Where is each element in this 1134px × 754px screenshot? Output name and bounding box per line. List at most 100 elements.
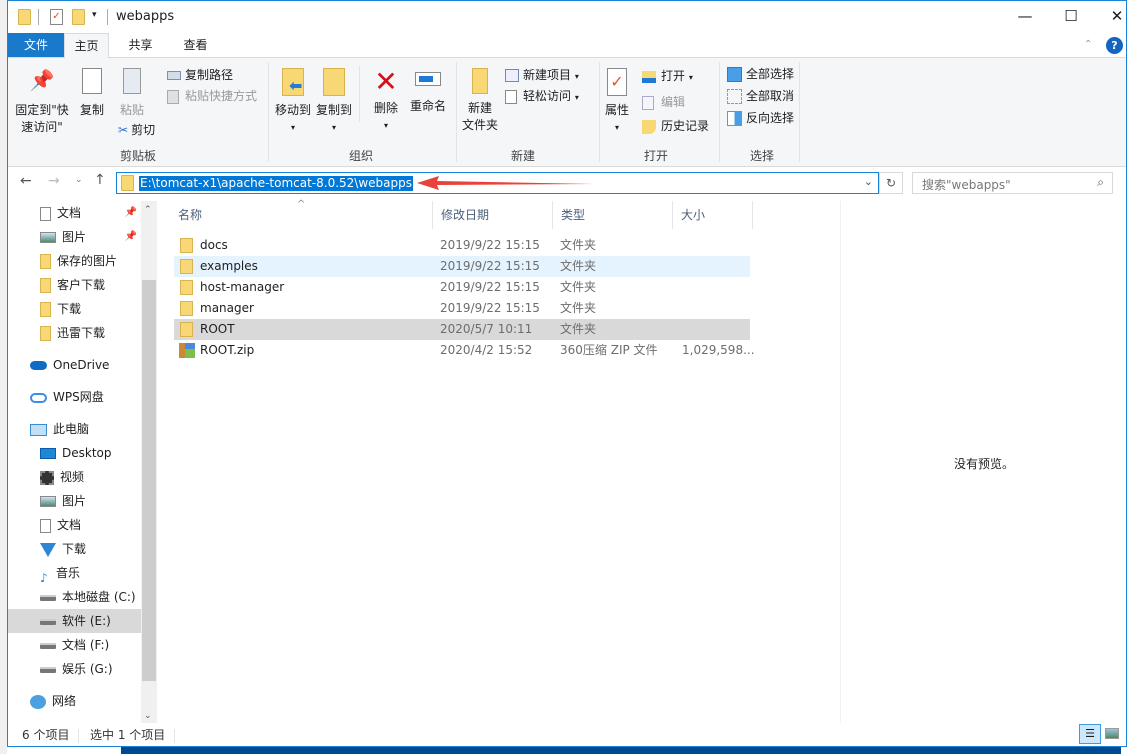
- column-header-type[interactable]: 类型: [553, 201, 673, 229]
- file-date: 2019/9/22 15:15: [440, 259, 540, 273]
- file-row[interactable]: docs 2019/9/22 15:15 文件夹: [174, 235, 750, 256]
- file-type: 文件夹: [560, 238, 597, 252]
- new-item-button[interactable]: 新建项目 ▾: [505, 67, 579, 85]
- address-path[interactable]: E:\tomcat-x1\apache-tomcat-8.0.52\webapp…: [139, 176, 413, 191]
- close-button[interactable]: ✕: [1094, 1, 1126, 31]
- nav-item[interactable]: 软件 (E:): [8, 609, 141, 633]
- invert-selection-button[interactable]: 反向选择: [727, 110, 794, 126]
- copy-path-button[interactable]: 复制路径: [167, 67, 233, 83]
- tab-file[interactable]: 文件: [8, 33, 64, 57]
- large-icons-view-button[interactable]: [1105, 728, 1119, 739]
- file-row[interactable]: host-manager 2019/9/22 15:15 文件夹: [174, 277, 750, 298]
- nav-item[interactable]: ♪ 音乐: [8, 561, 141, 585]
- recent-locations-button[interactable]: ⌄: [75, 175, 83, 185]
- refresh-button[interactable]: ↻: [879, 172, 903, 194]
- easy-access-button[interactable]: 轻松访问 ▾: [505, 88, 579, 106]
- cut-button[interactable]: ✂ 剪切: [118, 122, 155, 138]
- nav-item[interactable]: 下载: [8, 297, 141, 321]
- back-button[interactable]: ←: [20, 173, 32, 189]
- nav-item[interactable]: 文档 (F:): [8, 633, 141, 657]
- column-header-date[interactable]: 修改日期: [433, 201, 553, 229]
- scroll-up-icon[interactable]: ⌃: [144, 205, 152, 215]
- nav-item-label: 网络: [52, 694, 77, 708]
- paste-icon: [123, 68, 141, 94]
- address-bar[interactable]: E:\tomcat-x1\apache-tomcat-8.0.52\webapp…: [116, 172, 879, 194]
- scrollbar-thumb[interactable]: [142, 280, 156, 681]
- new-folder-button[interactable]: 新建 文件夹: [460, 68, 500, 134]
- maximize-button[interactable]: ☐: [1048, 1, 1094, 31]
- search-input[interactable]: 搜索"webapps" ⌕: [912, 172, 1113, 194]
- nav-item[interactable]: 图片: [8, 489, 141, 513]
- nav-item[interactable]: OneDrive: [8, 353, 141, 377]
- help-icon[interactable]: ?: [1106, 37, 1123, 54]
- search-icon: ⌕: [1097, 175, 1104, 189]
- file-row[interactable]: ROOT.zip 2020/4/2 15:52 360压缩 ZIP 文件 1,029,…: [174, 340, 755, 361]
- column-header-size[interactable]: 大小: [673, 201, 753, 229]
- nav-item[interactable]: WPS网盘: [8, 385, 141, 409]
- customize-quick-access-icon[interactable]: ▾: [92, 10, 97, 20]
- column-header-name[interactable]: 名称: [170, 201, 433, 229]
- tab-share[interactable]: 共享: [118, 33, 163, 57]
- tab-view[interactable]: 查看: [173, 33, 218, 57]
- copy-icon: [82, 68, 102, 94]
- file-date: 2019/9/22 15:15: [440, 301, 540, 315]
- up-button[interactable]: ↑: [94, 172, 106, 188]
- nav-item[interactable]: 保存的图片: [8, 249, 141, 273]
- annotation-arrow: [417, 176, 595, 190]
- collapse-ribbon-icon[interactable]: ⌃: [1084, 39, 1092, 50]
- properties-quick-icon[interactable]: ✓: [50, 9, 63, 25]
- nav-item[interactable]: 视频: [8, 465, 141, 489]
- nav-item[interactable]: 此电脑: [8, 417, 141, 441]
- nav-item-label: 图片: [62, 494, 87, 508]
- file-row[interactable]: ROOT 2020/5/7 10:11 文件夹: [174, 319, 750, 340]
- move-to-icon: ⬅: [282, 68, 304, 96]
- edit-button[interactable]: 编辑: [642, 94, 685, 110]
- nav-item[interactable]: 下载: [8, 537, 141, 561]
- copy-button[interactable]: 复制: [76, 68, 108, 119]
- nav-item[interactable]: 文档: [8, 513, 141, 537]
- file-row[interactable]: examples 2019/9/22 15:15 文件夹: [174, 256, 750, 277]
- nav-item[interactable]: Desktop: [8, 441, 141, 465]
- computer-icon: [30, 423, 47, 436]
- open-button[interactable]: 打开 ▾: [642, 68, 693, 86]
- folder-icon: [121, 175, 134, 191]
- nav-item[interactable]: 迅雷下载: [8, 321, 141, 345]
- address-dropdown-icon[interactable]: ⌄: [864, 175, 873, 188]
- file-date: 2020/4/2 15:52: [440, 343, 533, 357]
- taskbar: [121, 747, 1121, 754]
- delete-button[interactable]: ✕ 删除 ▾: [368, 66, 404, 134]
- nav-item[interactable]: 图片 📌: [8, 225, 141, 249]
- history-button[interactable]: 历史记录: [642, 118, 709, 134]
- folder-icon: [180, 238, 193, 253]
- delete-icon: ✕: [374, 65, 398, 98]
- copy-to-button[interactable]: 复制到 ▾: [315, 68, 353, 136]
- nav-scrollbar[interactable]: ⌃ ⌄: [141, 201, 157, 723]
- nav-item[interactable]: 本地磁盘 (C:): [8, 585, 141, 609]
- paste-button[interactable]: 粘贴: [116, 68, 148, 119]
- nav-item-label: 软件 (E:): [62, 614, 111, 628]
- nav-item[interactable]: 客户下载: [8, 273, 141, 297]
- nav-item[interactable]: 文档 📌: [8, 201, 141, 225]
- forward-button[interactable]: →: [48, 173, 60, 189]
- drive-icon: [40, 666, 56, 673]
- paste-shortcut-button[interactable]: 粘贴快捷方式: [167, 88, 257, 104]
- drive-icon: [40, 594, 56, 601]
- tab-home[interactable]: 主页: [64, 33, 109, 58]
- minimize-button[interactable]: —: [1002, 1, 1048, 31]
- rename-button[interactable]: 重命名: [406, 68, 450, 115]
- new-item-icon: [505, 69, 519, 82]
- nav-item[interactable]: 网络: [8, 689, 141, 713]
- nav-item[interactable]: 娱乐 (G:): [8, 657, 141, 681]
- new-folder-quick-icon[interactable]: [72, 9, 85, 25]
- new-group-label: 新建: [511, 149, 536, 163]
- pin-quick-access-button[interactable]: 📌 固定到"快 速访问": [14, 70, 70, 136]
- details-view-button[interactable]: ☰: [1079, 724, 1101, 744]
- nav-item-label: 视频: [60, 470, 85, 484]
- selection-count: 选中 1 个项目: [90, 728, 166, 742]
- properties-button[interactable]: ✓ 属性 ▾: [603, 68, 631, 136]
- select-none-button[interactable]: 全部取消: [727, 88, 794, 104]
- file-row[interactable]: manager 2019/9/22 15:15 文件夹: [174, 298, 750, 319]
- scroll-down-icon[interactable]: ⌄: [144, 711, 152, 721]
- select-all-button[interactable]: 全部选择: [727, 66, 794, 82]
- move-to-button[interactable]: ⬅ 移动到 ▾: [274, 68, 312, 136]
